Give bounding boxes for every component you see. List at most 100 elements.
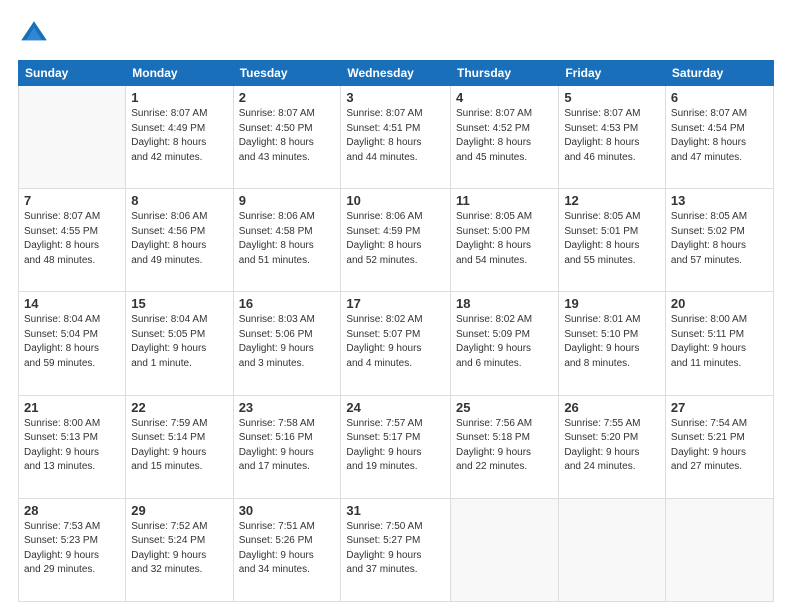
cell-content: Sunrise: 7:51 AM Sunset: 5:26 PM Dayligh…	[239, 520, 336, 578]
calendar-cell: 5 Sunrise: 8:07 AM Sunset: 4:53 PM Daylig…	[559, 86, 666, 189]
calendar-cell: 18 Sunrise: 8:02 AM Sunset: 5:09 PM Dayli…	[450, 292, 558, 395]
calendar-cell: 31 Sunrise: 7:50 AM Sunset: 5:27 PM Dayli…	[341, 498, 451, 601]
calendar-cell: 28Sunrise: 7:53 AM Sunset: 5:23 PM Dayli…	[19, 498, 126, 601]
header-tuesday: Tuesday	[233, 61, 341, 86]
calendar-cell: 4 Sunrise: 8:07 AM Sunset: 4:52 PM Daylig…	[450, 86, 558, 189]
calendar-cell: 3Sunrise: 8:07 AM Sunset: 4:51 PM Daylig…	[341, 86, 451, 189]
day-number: 6	[671, 90, 768, 105]
day-number: 26	[564, 400, 660, 415]
week-row-3: 21 Sunrise: 8:00 AM Sunset: 5:13 PM Dayli…	[19, 395, 774, 498]
cell-content: Sunrise: 8:07 AM Sunset: 4:52 PM Dayligh…	[456, 107, 553, 165]
calendar-cell: 13 Sunrise: 8:05 AM Sunset: 5:02 PM Dayli…	[665, 189, 773, 292]
cell-content: Sunrise: 8:00 AM Sunset: 5:13 PM Dayligh…	[24, 417, 120, 475]
calendar-cell: 19 Sunrise: 8:01 AM Sunset: 5:10 PM Dayli…	[559, 292, 666, 395]
day-number: 13	[671, 193, 768, 208]
cell-content: Sunrise: 7:55 AM Sunset: 5:20 PM Dayligh…	[564, 417, 660, 475]
cell-content: Sunrise: 7:54 AM Sunset: 5:21 PM Dayligh…	[671, 417, 768, 475]
cell-content: Sunrise: 8:07 AM Sunset: 4:54 PM Dayligh…	[671, 107, 768, 165]
calendar-cell: 9 Sunrise: 8:06 AM Sunset: 4:58 PM Daylig…	[233, 189, 341, 292]
cell-content: Sunrise: 7:50 AM Sunset: 5:27 PM Dayligh…	[346, 520, 445, 578]
calendar-cell: 11Sunrise: 8:05 AM Sunset: 5:00 PM Dayli…	[450, 189, 558, 292]
cell-content: Sunrise: 8:00 AM Sunset: 5:11 PM Dayligh…	[671, 313, 768, 371]
cell-content: Sunrise: 8:04 AM Sunset: 5:04 PM Dayligh…	[24, 313, 120, 371]
calendar-cell: 25 Sunrise: 7:56 AM Sunset: 5:18 PM Dayli…	[450, 395, 558, 498]
calendar-cell: 12Sunrise: 8:05 AM Sunset: 5:01 PM Dayli…	[559, 189, 666, 292]
cell-content: Sunrise: 7:52 AM Sunset: 5:24 PM Dayligh…	[131, 520, 227, 578]
header-saturday: Saturday	[665, 61, 773, 86]
page-header	[18, 18, 774, 50]
day-number: 14	[24, 296, 120, 311]
day-number: 25	[456, 400, 553, 415]
calendar-cell	[665, 498, 773, 601]
week-row-2: 14 Sunrise: 8:04 AM Sunset: 5:04 PM Dayli…	[19, 292, 774, 395]
calendar-cell: 30 Sunrise: 7:51 AM Sunset: 5:26 PM Dayli…	[233, 498, 341, 601]
day-number: 2	[239, 90, 336, 105]
day-number: 20	[671, 296, 768, 311]
calendar-cell: 1 Sunrise: 8:07 AM Sunset: 4:49 PM Daylig…	[126, 86, 233, 189]
day-number: 28	[24, 503, 120, 518]
day-number: 12	[564, 193, 660, 208]
logo-icon	[18, 18, 50, 50]
day-number: 31	[346, 503, 445, 518]
day-number: 18	[456, 296, 553, 311]
day-number: 15	[131, 296, 227, 311]
day-number: 9	[239, 193, 336, 208]
day-number: 10	[346, 193, 445, 208]
header-thursday: Thursday	[450, 61, 558, 86]
calendar-cell	[19, 86, 126, 189]
day-number: 29	[131, 503, 227, 518]
day-number: 5	[564, 90, 660, 105]
cell-content: Sunrise: 8:07 AM Sunset: 4:50 PM Dayligh…	[239, 107, 336, 165]
day-number: 19	[564, 296, 660, 311]
calendar-cell: 22Sunrise: 7:59 AM Sunset: 5:14 PM Dayli…	[126, 395, 233, 498]
calendar-cell: 6 Sunrise: 8:07 AM Sunset: 4:54 PM Daylig…	[665, 86, 773, 189]
calendar-cell	[450, 498, 558, 601]
day-number: 30	[239, 503, 336, 518]
cell-content: Sunrise: 8:07 AM Sunset: 4:55 PM Dayligh…	[24, 210, 120, 268]
day-number: 4	[456, 90, 553, 105]
day-number: 27	[671, 400, 768, 415]
cell-content: Sunrise: 8:01 AM Sunset: 5:10 PM Dayligh…	[564, 313, 660, 371]
cell-content: Sunrise: 8:02 AM Sunset: 5:07 PM Dayligh…	[346, 313, 445, 371]
cell-content: Sunrise: 7:59 AM Sunset: 5:14 PM Dayligh…	[131, 417, 227, 475]
calendar-table: SundayMondayTuesdayWednesdayThursdayFrid…	[18, 60, 774, 602]
calendar-cell: 16Sunrise: 8:03 AM Sunset: 5:06 PM Dayli…	[233, 292, 341, 395]
header-monday: Monday	[126, 61, 233, 86]
calendar-cell: 24Sunrise: 7:57 AM Sunset: 5:17 PM Dayli…	[341, 395, 451, 498]
day-number: 16	[239, 296, 336, 311]
calendar-cell: 17 Sunrise: 8:02 AM Sunset: 5:07 PM Dayli…	[341, 292, 451, 395]
calendar-cell: 8 Sunrise: 8:06 AM Sunset: 4:56 PM Daylig…	[126, 189, 233, 292]
day-number: 23	[239, 400, 336, 415]
calendar-cell: 2 Sunrise: 8:07 AM Sunset: 4:50 PM Daylig…	[233, 86, 341, 189]
week-row-4: 28Sunrise: 7:53 AM Sunset: 5:23 PM Dayli…	[19, 498, 774, 601]
calendar-cell: 23 Sunrise: 7:58 AM Sunset: 5:16 PM Dayli…	[233, 395, 341, 498]
day-number: 7	[24, 193, 120, 208]
day-number: 17	[346, 296, 445, 311]
cell-content: Sunrise: 8:06 AM Sunset: 4:56 PM Dayligh…	[131, 210, 227, 268]
calendar-cell: 20 Sunrise: 8:00 AM Sunset: 5:11 PM Dayli…	[665, 292, 773, 395]
calendar-cell: 21 Sunrise: 8:00 AM Sunset: 5:13 PM Dayli…	[19, 395, 126, 498]
calendar-cell: 10Sunrise: 8:06 AM Sunset: 4:59 PM Dayli…	[341, 189, 451, 292]
cell-content: Sunrise: 8:04 AM Sunset: 5:05 PM Dayligh…	[131, 313, 227, 371]
day-number: 8	[131, 193, 227, 208]
cell-content: Sunrise: 7:56 AM Sunset: 5:18 PM Dayligh…	[456, 417, 553, 475]
cell-content: Sunrise: 8:05 AM Sunset: 5:02 PM Dayligh…	[671, 210, 768, 268]
cell-content: Sunrise: 8:05 AM Sunset: 5:00 PM Dayligh…	[456, 210, 553, 268]
week-row-0: 1 Sunrise: 8:07 AM Sunset: 4:49 PM Daylig…	[19, 86, 774, 189]
day-number: 21	[24, 400, 120, 415]
week-row-1: 7 Sunrise: 8:07 AM Sunset: 4:55 PM Daylig…	[19, 189, 774, 292]
calendar-cell: 14 Sunrise: 8:04 AM Sunset: 5:04 PM Dayli…	[19, 292, 126, 395]
day-number: 24	[346, 400, 445, 415]
day-number: 1	[131, 90, 227, 105]
calendar-cell: 27 Sunrise: 7:54 AM Sunset: 5:21 PM Dayli…	[665, 395, 773, 498]
cell-content: Sunrise: 8:07 AM Sunset: 4:53 PM Dayligh…	[564, 107, 660, 165]
day-number: 3	[346, 90, 445, 105]
cell-content: Sunrise: 8:02 AM Sunset: 5:09 PM Dayligh…	[456, 313, 553, 371]
logo	[18, 18, 54, 50]
cell-content: Sunrise: 8:06 AM Sunset: 4:58 PM Dayligh…	[239, 210, 336, 268]
cell-content: Sunrise: 7:58 AM Sunset: 5:16 PM Dayligh…	[239, 417, 336, 475]
cell-content: Sunrise: 8:07 AM Sunset: 4:49 PM Dayligh…	[131, 107, 227, 165]
header-wednesday: Wednesday	[341, 61, 451, 86]
header-sunday: Sunday	[19, 61, 126, 86]
calendar-cell: 15 Sunrise: 8:04 AM Sunset: 5:05 PM Dayli…	[126, 292, 233, 395]
